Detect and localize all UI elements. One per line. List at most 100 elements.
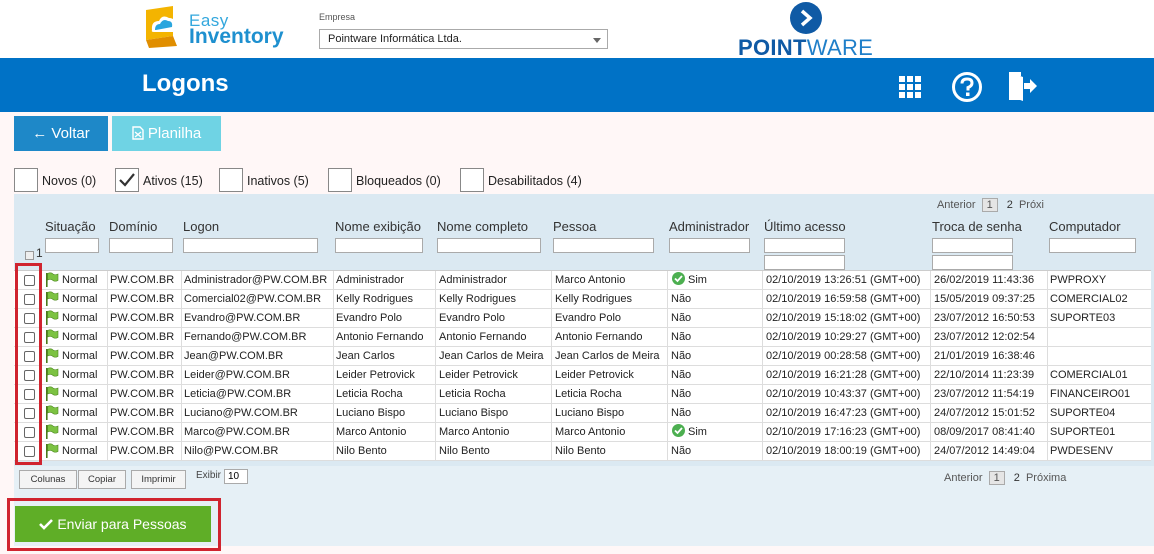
empresa-label: Empresa	[319, 12, 356, 22]
help-icon[interactable]	[951, 71, 983, 108]
flag-icon	[45, 272, 59, 290]
cell-situacao: Normal	[62, 350, 98, 362]
pager-page[interactable]: 2	[1004, 199, 1016, 211]
cell-situacao: Normal	[62, 445, 98, 457]
cloud-logo-icon	[143, 6, 183, 48]
column-header-pessoa[interactable]: Pessoa	[553, 219, 596, 234]
filter-input-nome-exibicao[interactable]	[335, 238, 423, 253]
cell-dominio: PW.COM.BR	[110, 369, 175, 381]
table-row[interactable]: Normal PW.COM.BR Luciano@PW.COM.BR Luciano …	[14, 404, 1151, 423]
exibir-input[interactable]: 10	[224, 469, 248, 484]
column-header-ultimo-acesso[interactable]: Último acesso	[764, 219, 846, 234]
cell-logon: Nilo@PW.COM.BR	[184, 445, 279, 457]
table-row[interactable]: Normal PW.COM.BR Jean@PW.COM.BR Jean Carlos…	[14, 347, 1151, 366]
column-header-administrador[interactable]: Administrador	[669, 219, 749, 234]
filter-input-troca-senha-ate[interactable]	[932, 255, 1013, 270]
cell-ultimo: 02/10/2019 13:26:51 (GMT+00)	[766, 274, 921, 286]
pager-page[interactable]: 1	[988, 471, 1005, 485]
flag-icon	[45, 386, 59, 404]
filter-checkbox[interactable]	[328, 168, 352, 192]
cell-completo: Nilo Bento	[439, 445, 490, 457]
cell-pessoa: Marco Antonio	[555, 274, 626, 286]
pager-top: Anterior 1 2 Próxi	[937, 198, 1044, 212]
filter-input-dominio[interactable]	[109, 238, 173, 253]
cell-exibicao: Leticia Rocha	[336, 388, 403, 400]
filter-input-situacao[interactable]	[45, 238, 99, 253]
pager-page[interactable]: 1	[981, 198, 998, 212]
cell-pessoa: Marco Antonio	[555, 426, 626, 438]
table-row[interactable]: Normal PW.COM.BR Leider@PW.COM.BR Leider Pe…	[14, 366, 1151, 385]
logout-icon[interactable]	[1006, 70, 1038, 107]
cell-logon: Jean@PW.COM.BR	[184, 350, 284, 362]
cell-situacao: Normal	[62, 388, 98, 400]
cell-dominio: PW.COM.BR	[110, 331, 175, 343]
pager-next[interactable]: Próxima	[1026, 472, 1066, 484]
column-header-troca-senha[interactable]: Troca de senha	[932, 219, 1022, 234]
cell-exibicao: Jean Carlos	[336, 350, 395, 362]
pager-page[interactable]: 2	[1011, 472, 1023, 484]
column-header-nome-completo[interactable]: Nome completo	[437, 219, 528, 234]
copiar-button[interactable]: Copiar	[78, 470, 126, 489]
table-row[interactable]: Normal PW.COM.BR Evandro@PW.COM.BR Evandro …	[14, 309, 1151, 328]
column-header-situacao[interactable]: Situação	[45, 219, 96, 234]
cell-ultimo: 02/10/2019 10:29:27 (GMT+00)	[766, 331, 921, 343]
filter-label: Bloqueados (0)	[356, 174, 441, 188]
grid-icon[interactable]	[899, 76, 921, 103]
cell-dominio: PW.COM.BR	[110, 407, 175, 419]
pager-prev[interactable]: Anterior	[944, 472, 983, 484]
table-row[interactable]: Normal PW.COM.BR Leticia@PW.COM.BR Leticia …	[14, 385, 1151, 404]
checkbox-column-highlight	[15, 263, 42, 465]
cell-dominio: PW.COM.BR	[110, 426, 175, 438]
column-header-dominio[interactable]: Domínio	[109, 219, 157, 234]
filter-checkbox[interactable]	[14, 168, 38, 192]
filter-input-ultimo-acesso-de[interactable]	[764, 238, 845, 253]
table-row[interactable]: Normal PW.COM.BR Administrador@PW.COM.BR Ad…	[14, 271, 1151, 290]
cell-admin: Não	[671, 312, 692, 324]
filter-checkbox[interactable]	[219, 168, 243, 192]
pager-next[interactable]: Próxi	[1019, 199, 1044, 211]
flag-icon	[45, 310, 59, 328]
cell-troca: 23/07/2012 11:54:19	[934, 388, 1035, 400]
filter-input-troca-senha-de[interactable]	[932, 238, 1013, 253]
column-header-nome-exibicao[interactable]: Nome exibição	[335, 219, 421, 234]
filter-checkbox-checked[interactable]	[115, 168, 139, 192]
cell-computador: COMERCIAL02	[1050, 293, 1128, 305]
easy-inventory-logo[interactable]: Easy Inventory	[143, 5, 284, 51]
cell-logon: Evandro@PW.COM.BR	[184, 312, 301, 324]
filter-label: Inativos (5)	[247, 174, 309, 188]
voltar-button[interactable]: ← Voltar	[14, 116, 108, 151]
table-row[interactable]: Normal PW.COM.BR Comercial02@PW.COM.BR Kell…	[14, 290, 1151, 309]
pager-prev[interactable]: Anterior	[937, 199, 976, 211]
filter-input-administrador[interactable]	[669, 238, 750, 253]
flag-icon	[45, 443, 59, 461]
cell-pessoa: Leider Petrovick	[555, 369, 634, 381]
table-row[interactable]: Normal PW.COM.BR Marco@PW.COM.BR Marco Anto…	[14, 423, 1151, 442]
cell-situacao: Normal	[62, 407, 98, 419]
filter-input-pessoa[interactable]	[553, 238, 654, 253]
enviar-pessoas-button[interactable]: Enviar para Pessoas	[15, 506, 211, 542]
planilha-button[interactable]: Planilha	[112, 116, 221, 151]
filter-checkbox[interactable]	[460, 168, 484, 192]
cell-completo: Marco Antonio	[439, 426, 510, 438]
cell-logon: Fernando@PW.COM.BR	[184, 331, 307, 343]
filter-input-logon[interactable]	[183, 238, 318, 253]
spreadsheet-icon	[132, 118, 144, 153]
colunas-button[interactable]: Colunas	[19, 470, 77, 489]
table-row[interactable]: Normal PW.COM.BR Nilo@PW.COM.BR Nilo Bento N…	[14, 442, 1151, 461]
empresa-select[interactable]: Pointware Informática Ltda.	[319, 29, 608, 49]
imprimir-button[interactable]: Imprimir	[131, 470, 186, 489]
column-header-computador[interactable]: Computador	[1049, 219, 1121, 234]
logons-table: Normal PW.COM.BR Administrador@PW.COM.BR Ad…	[14, 270, 1151, 461]
flag-icon	[45, 291, 59, 309]
filter-input-computador[interactable]	[1049, 238, 1136, 253]
column-header-logon[interactable]: Logon	[183, 219, 219, 234]
select-all-checkbox[interactable]	[25, 251, 34, 260]
filter-input-ultimo-acesso-ate[interactable]	[764, 255, 845, 270]
cell-troca: 22/10/2014 11:23:39	[934, 369, 1035, 381]
filter-input-nome-completo[interactable]	[437, 238, 541, 253]
cell-troca: 23/07/2012 16:50:53	[934, 312, 1035, 324]
cell-dominio: PW.COM.BR	[110, 293, 175, 305]
cell-exibicao: Marco Antonio	[336, 426, 407, 438]
table-row[interactable]: Normal PW.COM.BR Fernando@PW.COM.BR Antonio…	[14, 328, 1151, 347]
title-bar: Logons	[0, 58, 1154, 112]
